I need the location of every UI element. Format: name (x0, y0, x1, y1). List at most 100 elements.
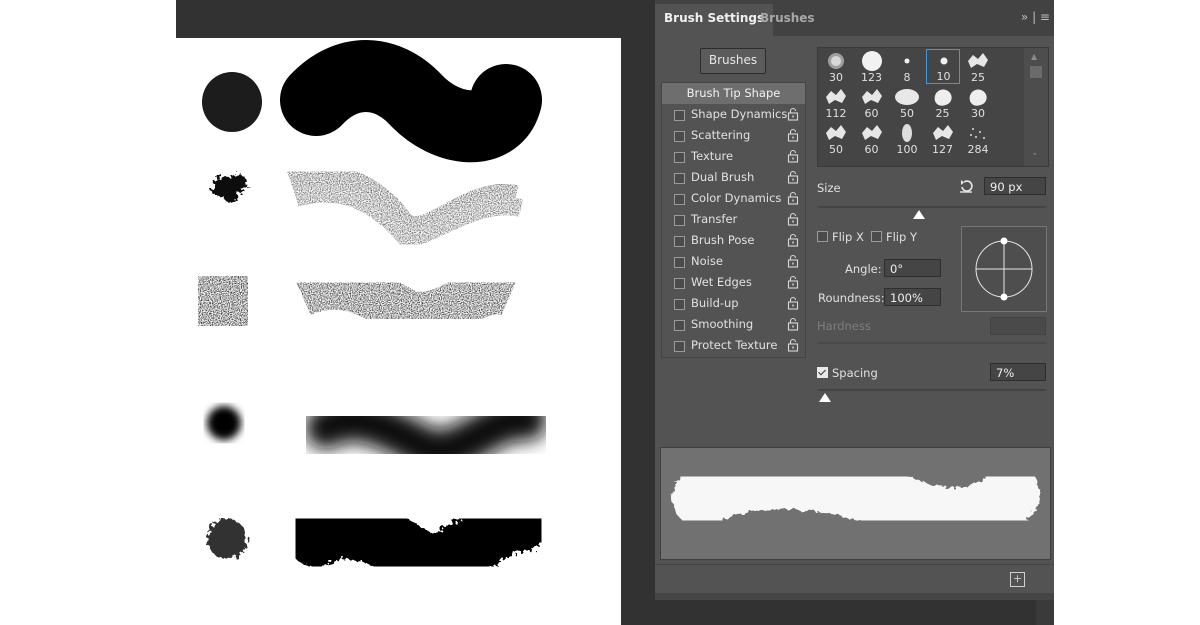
option-transfer[interactable]: Transfer (662, 209, 805, 230)
flip-y-checkbox[interactable] (871, 231, 882, 242)
size-slider-handle[interactable] (913, 210, 925, 219)
brush-preset[interactable]: 50 (819, 121, 853, 156)
brush-preset[interactable]: 50 (890, 85, 924, 120)
spacing-input[interactable]: 7% (990, 363, 1046, 381)
brush-tip-icon (970, 128, 985, 139)
brush-tip-icon (969, 89, 987, 106)
brush-preset[interactable]: 100 (890, 121, 924, 156)
hardness-label: Hardness (817, 319, 871, 333)
brush-preset[interactable]: 10 (925, 49, 960, 84)
app-corner (1036, 600, 1054, 625)
brush-preset[interactable]: 127 (926, 121, 960, 156)
brushes-button[interactable]: Brushes (700, 48, 766, 74)
lock-icon[interactable] (786, 233, 800, 247)
spacing-checkbox[interactable] (817, 367, 828, 378)
option-wet-edges[interactable]: Wet Edges (662, 272, 805, 293)
option-protect-texture[interactable]: Protect Texture (662, 335, 805, 356)
roundness-input[interactable]: 100% (884, 288, 941, 306)
lock-icon[interactable] (786, 191, 800, 205)
crosshair-icon[interactable] (962, 227, 1046, 311)
brush-size: 60 (864, 107, 879, 120)
option-checkbox[interactable] (674, 236, 685, 247)
option-noise[interactable]: Noise (662, 251, 805, 272)
option-brush-pose[interactable]: Brush Pose (662, 230, 805, 251)
brush-preset[interactable]: 284 (961, 121, 995, 156)
panel-bottom-edge (655, 593, 1054, 600)
reset-size-icon[interactable] (958, 178, 974, 194)
spacing-slider-track[interactable] (818, 389, 1046, 391)
brush-preset[interactable]: 60 (855, 85, 889, 120)
angle-label: Angle: (845, 262, 882, 276)
lock-icon[interactable] (786, 275, 800, 289)
option-checkbox[interactable] (674, 152, 685, 163)
brush-tip-icon (934, 89, 952, 106)
brush-preset[interactable]: 60 (855, 121, 889, 156)
option-color-dynamics[interactable]: Color Dynamics (662, 188, 805, 209)
option-checkbox[interactable] (674, 131, 685, 142)
lock-icon[interactable] (786, 338, 800, 352)
tab-brushes[interactable]: Brushes (751, 4, 824, 36)
lock-icon[interactable] (786, 128, 800, 142)
brush-size: 10 (936, 70, 951, 83)
flip-x-label: Flip X (832, 230, 864, 244)
angle-input[interactable]: 0° (884, 259, 941, 277)
option-smoothing[interactable]: Smoothing (662, 314, 805, 335)
option-shape-dynamics[interactable]: Shape Dynamics (662, 104, 805, 125)
option-checkbox[interactable] (674, 173, 685, 184)
lock-icon[interactable] (786, 149, 800, 163)
lock-icon[interactable] (786, 107, 800, 121)
option-label: Wet Edges (691, 275, 752, 289)
brush-tip-icon (861, 125, 882, 140)
option-checkbox[interactable] (674, 341, 685, 352)
lock-icon[interactable] (786, 254, 800, 268)
angle-roundness-widget[interactable] (961, 226, 1047, 312)
option-label: Noise (691, 254, 723, 268)
option-checkbox[interactable] (674, 215, 685, 226)
preset-scrollbar[interactable]: ▲ ⌄ (1024, 48, 1048, 166)
option-brush-tip-shape[interactable]: Brush Tip Shape (662, 83, 805, 104)
spatter-dab (198, 276, 248, 326)
lock-icon[interactable] (786, 296, 800, 310)
brush-size: 30 (971, 107, 985, 120)
panel-menu-icon[interactable]: » | ≡ (1021, 10, 1050, 24)
scroll-thumb[interactable] (1030, 66, 1042, 78)
brush-preset[interactable]: 25 (926, 85, 960, 120)
option-checkbox[interactable] (674, 110, 685, 121)
lock-icon[interactable] (786, 317, 800, 331)
spacing-slider-handle[interactable] (819, 393, 831, 402)
brush-preset[interactable]: 112 (819, 85, 853, 120)
option-label: Transfer (691, 212, 738, 226)
option-checkbox[interactable] (674, 320, 685, 331)
brush-preset[interactable]: 30 (819, 49, 853, 84)
option-texture[interactable]: Texture (662, 146, 805, 167)
scatter-dab (211, 174, 247, 203)
brush-preset[interactable]: 123 (855, 49, 889, 84)
flip-x-checkbox[interactable] (817, 231, 828, 242)
option-checkbox[interactable] (674, 299, 685, 310)
new-brush-icon[interactable]: + (1010, 572, 1025, 587)
brush-preset[interactable]: 8 (890, 49, 924, 84)
option-checkbox[interactable] (674, 257, 685, 268)
lock-icon[interactable] (786, 170, 800, 184)
brush-preset[interactable]: 30 (961, 85, 995, 120)
size-input[interactable]: 90 px (984, 177, 1046, 195)
document-canvas[interactable] (176, 38, 621, 625)
hard-round-stroke (280, 40, 542, 163)
option-dual-brush[interactable]: Dual Brush (662, 167, 805, 188)
brush-preset[interactable]: 25 (961, 49, 995, 84)
flip-y-label: Flip Y (886, 230, 917, 244)
option-checkbox[interactable] (674, 194, 685, 205)
chevron-down-icon[interactable]: ⌄ (1031, 148, 1039, 158)
option-label: Build-up (691, 296, 739, 310)
option-scattering[interactable]: Scattering (662, 125, 805, 146)
brush-tip-icon (826, 89, 846, 104)
size-slider-track[interactable] (818, 206, 1046, 208)
option-build-up[interactable]: Build-up (662, 293, 805, 314)
brush-options-list: Brush Tip Shape Shape Dynamics Scattering… (661, 82, 806, 358)
option-checkbox[interactable] (674, 278, 685, 289)
scroll-up-icon[interactable]: ▲ (1031, 52, 1037, 61)
brush-tip-icon (904, 58, 910, 64)
brush-size: 50 (900, 107, 914, 120)
lock-icon[interactable] (786, 212, 800, 226)
option-label: Brush Pose (691, 233, 755, 247)
